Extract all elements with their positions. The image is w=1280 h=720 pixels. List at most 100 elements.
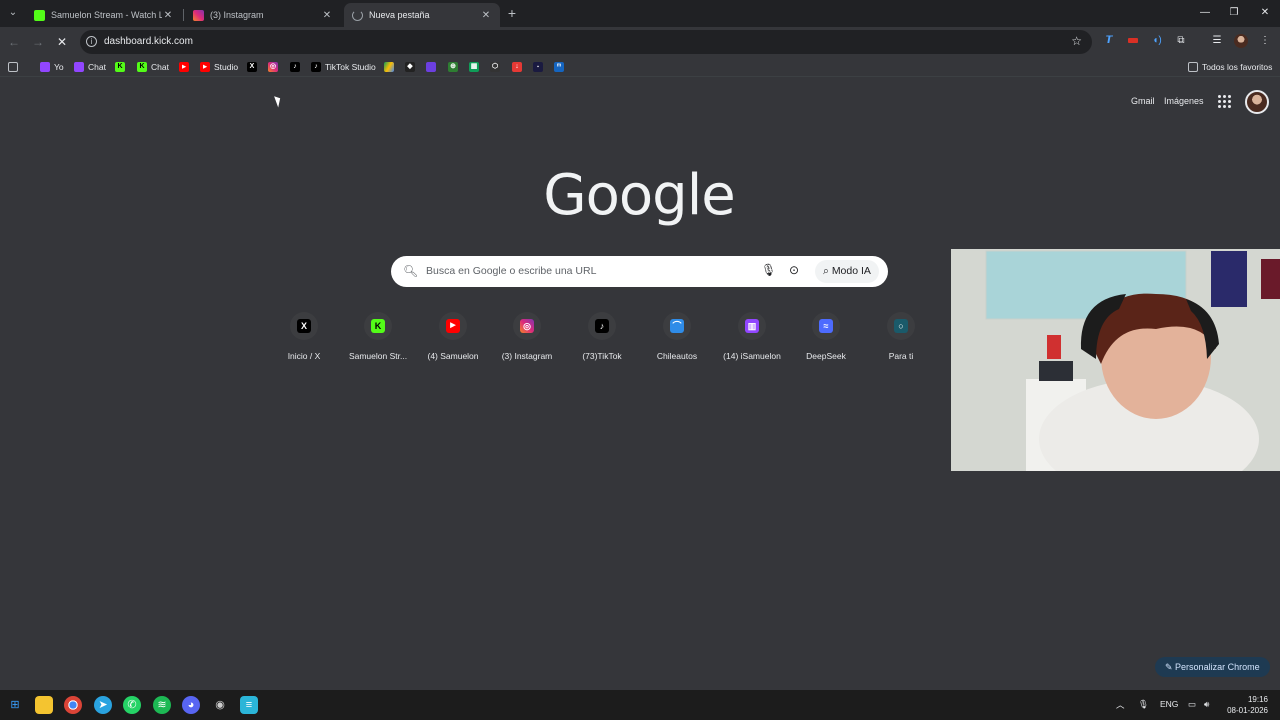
bookmark-item[interactable]: ◆: [405, 60, 415, 74]
x-icon: X: [247, 62, 257, 72]
network-icon[interactable]: ▭: [1188, 699, 1196, 710]
restore-button[interactable]: ❐: [1219, 4, 1249, 22]
media-controls-icon[interactable]: ☰: [1210, 34, 1224, 48]
close-tab-icon[interactable]: ✕: [480, 10, 492, 21]
forward-button[interactable]: →: [29, 33, 47, 51]
recording-extension-icon[interactable]: [1126, 34, 1140, 48]
diamond-icon: ◆: [405, 62, 415, 72]
telegram-icon[interactable]: ➤: [94, 696, 112, 714]
chileautos-icon: ⌒: [670, 319, 684, 333]
search-box[interactable]: 🔍︎ Busca en Google o escribe una URL 🎙︎ …: [391, 256, 888, 287]
bookmark-item[interactable]: [426, 60, 436, 74]
bookmark-item[interactable]: Chat: [74, 60, 106, 74]
menu-kebab-icon[interactable]: ⋮: [1258, 34, 1272, 48]
search-placeholder[interactable]: Busca en Google o escribe una URL: [426, 265, 596, 277]
microphone-tray-icon[interactable]: 🎙︎: [1138, 699, 1149, 710]
close-window-button[interactable]: ✕: [1250, 4, 1280, 22]
audio-extension-icon[interactable]: ◖): [1150, 34, 1164, 48]
bookmark-item[interactable]: K Chat: [137, 60, 169, 74]
tray-chevron-icon[interactable]: ︿: [1116, 699, 1125, 711]
twitch-icon: [40, 62, 50, 72]
shortcut-tile[interactable]: X Inicio / X: [267, 312, 341, 361]
bookmark-item[interactable]: ♪ TikTok Studio: [311, 60, 376, 74]
shortcut-tile[interactable]: ▥ (14) iSamuelon: [715, 312, 789, 361]
bookmark-item[interactable]: Yo: [40, 60, 64, 74]
discord-icon[interactable]: ◕: [182, 696, 200, 714]
x-icon: X: [297, 319, 311, 333]
shortcut-tile[interactable]: ○ Para ti: [864, 312, 938, 361]
generic-site-icon: ○: [894, 319, 908, 333]
shortcut-tile[interactable]: ▶ (4) Samuelon: [416, 312, 490, 361]
tiktok-icon: ♪: [595, 319, 609, 333]
minimize-button[interactable]: —: [1190, 4, 1220, 22]
site-info-icon[interactable]: i: [86, 36, 97, 47]
whatsapp-icon[interactable]: ✆: [123, 696, 141, 714]
bookmark-item[interactable]: ⬡: [490, 60, 500, 74]
clock-date: 08-01-2026: [1227, 706, 1268, 715]
bookmark-item[interactable]: ⊕: [448, 60, 458, 74]
bookmark-item[interactable]: ▶: [179, 60, 189, 74]
tab-kick[interactable]: Samuelon Stream - Watch Live ✕: [26, 3, 182, 27]
close-tab-icon[interactable]: ✕: [162, 10, 174, 21]
bookmark-item[interactable]: ▦: [469, 60, 479, 74]
obs-icon[interactable]: ◉: [211, 696, 229, 714]
shortcut-tile[interactable]: K Samuelon Str...: [341, 312, 415, 361]
ai-mode-button[interactable]: ⌕ Modo IA: [815, 260, 879, 283]
windows-start-icon[interactable]: ⊞: [6, 696, 24, 714]
shortcut-tile[interactable]: ♪ (73)TikTok: [565, 312, 639, 361]
kick-icon: K: [137, 62, 147, 72]
close-tab-icon[interactable]: ✕: [321, 10, 333, 21]
address-bar[interactable]: i dashboard.kick.com ☆: [80, 30, 1092, 54]
all-bookmarks-folder[interactable]: Todos los favoritos: [1188, 60, 1272, 74]
loading-spinner-icon: [352, 9, 363, 21]
bookmark-item[interactable]: ᵐ: [554, 60, 564, 74]
tab-title: Nueva pestaña: [369, 10, 430, 20]
language-indicator[interactable]: ENG: [1160, 699, 1178, 709]
tab-instagram[interactable]: (3) Instagram ✕: [185, 3, 341, 27]
new-tab-button[interactable]: +: [505, 5, 519, 21]
system-clock[interactable]: 19:16 08-01-2026: [1222, 694, 1268, 716]
bookmark-star-icon[interactable]: ☆: [1071, 34, 1082, 48]
images-link[interactable]: Imágenes: [1164, 96, 1204, 106]
notepad-icon[interactable]: ≡: [240, 696, 258, 714]
shortcut-label: (3) Instagram: [501, 351, 553, 361]
profile-avatar-icon[interactable]: [1234, 34, 1248, 48]
file-explorer-icon[interactable]: [35, 696, 53, 714]
customize-chrome-label: Personalizar Chrome: [1175, 662, 1260, 672]
gmail-link[interactable]: Gmail: [1131, 96, 1155, 106]
bookmark-item[interactable]: ♪: [290, 60, 300, 74]
google-account-avatar[interactable]: [1245, 90, 1269, 114]
tab-new-tab[interactable]: Nueva pestaña ✕: [344, 3, 500, 27]
bookmark-item[interactable]: [384, 60, 394, 74]
folder-icon: [1188, 62, 1198, 72]
extensions-puzzle-icon[interactable]: ⧉: [1174, 34, 1188, 48]
tab-title: Samuelon Stream - Watch Live: [51, 10, 162, 20]
microphone-icon[interactable]: 🎙︎: [761, 263, 776, 277]
stop-loading-button[interactable]: ✕: [53, 33, 71, 51]
translate-extension-icon[interactable]: 𝙏: [1102, 34, 1116, 48]
twitch-icon: ▥: [745, 319, 759, 333]
bookmark-item[interactable]: K: [115, 60, 125, 74]
google-lens-icon[interactable]: ⊙: [789, 263, 799, 277]
bookmark-item[interactable]: X: [247, 60, 257, 74]
drive-icon: [384, 62, 394, 72]
chrome-icon[interactable]: [64, 696, 82, 714]
back-button[interactable]: ←: [5, 33, 23, 51]
bookmark-item[interactable]: ◎: [268, 60, 278, 74]
apps-grid-icon[interactable]: [8, 60, 18, 74]
green-app-icon: ⊕: [448, 62, 458, 72]
instagram-icon: [193, 9, 204, 21]
bookmark-label: Chat: [88, 62, 106, 72]
bookmark-item[interactable]: ↓: [512, 60, 522, 74]
youtube-icon: ▶: [446, 319, 460, 333]
tab-search-icon[interactable]: ⌄: [4, 4, 22, 22]
bookmark-item[interactable]: ▪: [533, 60, 543, 74]
volume-icon[interactable]: 🔊︎: [1204, 699, 1209, 710]
shortcut-tile[interactable]: ⌒ Chileautos: [640, 312, 714, 361]
shortcut-tile[interactable]: ◎ (3) Instagram: [490, 312, 564, 361]
google-apps-icon[interactable]: [1218, 95, 1231, 108]
shortcut-tile[interactable]: ≈ DeepSeek: [789, 312, 863, 361]
customize-chrome-button[interactable]: ✎ Personalizar Chrome: [1155, 657, 1270, 677]
spotify-icon[interactable]: ≋: [153, 696, 171, 714]
bookmark-item[interactable]: ▶ Studio: [200, 60, 238, 74]
